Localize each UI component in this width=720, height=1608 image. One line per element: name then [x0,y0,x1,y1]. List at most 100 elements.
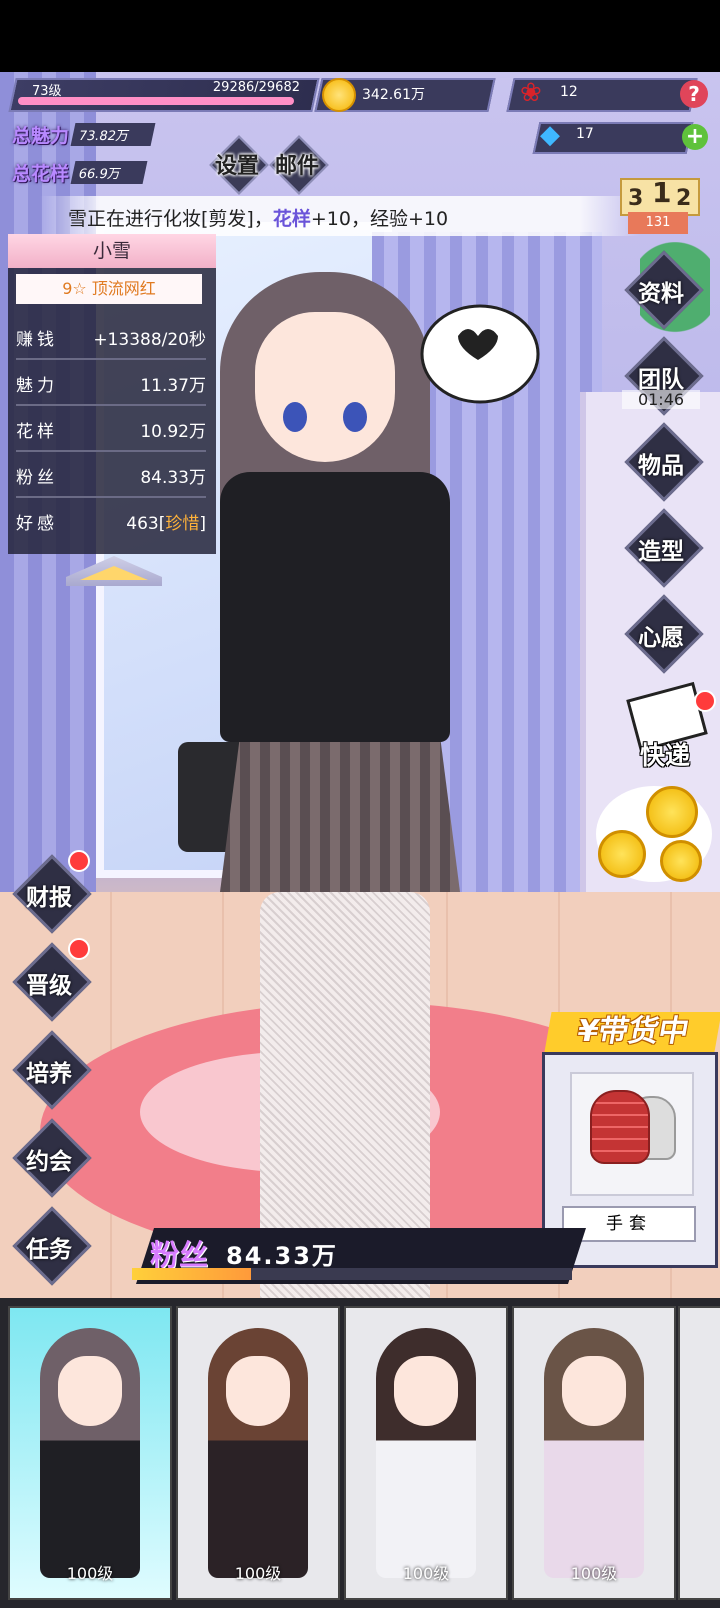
total-charm-row: 总魅力 73.82万 [12,120,156,148]
activity-message: 雪正在进行化妆[剪发]，花样+10，经验+10 [68,204,448,231]
coin-icon [598,830,646,878]
total-charm-label: 总魅力 [12,124,70,147]
character-level: 100级 [570,1564,618,1583]
menu-label: 培养 [26,1061,72,1087]
stat-label: 好感 [16,513,58,534]
menu-label: 物品 [638,453,684,479]
date-button[interactable]: 约会 [8,1116,92,1198]
coin-icon [660,840,702,882]
character-level: 100级 [66,1564,114,1583]
stat-label: 粉丝 [16,467,58,488]
character-card[interactable]: 100级 [512,1306,676,1600]
character-eye [343,402,367,432]
rank-number: 131 [628,212,688,234]
character-shirt [220,472,450,742]
ranking-button[interactable]: 3 1 2 131 [620,170,700,240]
character-face [255,312,395,462]
character-title: 9☆ 顶流网红 [16,274,202,304]
stat-row-style: 花样 10.92万 [16,408,206,452]
speech-bubble-heart-icon [420,304,540,404]
stat-value: +13388/20秒 [93,329,206,350]
coin-icon [646,786,698,838]
express-label: 快递 [639,741,690,770]
message-suffix: +10，经验+10 [310,208,449,230]
character-card-partial[interactable] [678,1306,720,1600]
menu-label: 心愿 [638,625,684,651]
stat-value-group: 463[珍惜] [126,509,206,534]
tasks-button[interactable]: 任务 [8,1204,92,1286]
stat-value: 84.33万 [140,467,206,488]
fans-progress-fill [132,1268,251,1280]
stat-value: 10.92万 [140,421,206,442]
stat-label: 花样 [16,421,58,442]
portrait-face [394,1356,458,1426]
live-selling-title: ¥带货中 [544,1012,720,1052]
team-timer: 01:46 [622,390,700,409]
wish-button[interactable]: 心愿 [622,594,704,674]
affection-status: 珍惜 [165,513,200,534]
menu-label: 约会 [26,1149,72,1175]
total-style-row: 总花样 66.9万 [12,158,148,186]
report-notification-dot [68,850,90,872]
menu-label: 财报 [26,885,72,911]
stat-row-affection: 好感 463[珍惜] [16,500,206,542]
menu-label: 晋级 [26,973,72,999]
portrait-face [58,1356,122,1426]
promote-notification-dot [68,938,90,960]
stat-value: 463[ [126,513,166,534]
podium-second: 2 [676,186,692,211]
character-skirt [220,742,460,892]
menu-label: 任务 [26,1237,72,1263]
stat-row-charm: 魅力 11.37万 [16,362,206,406]
express-notification-dot [694,690,716,712]
stat-row-earnings: 赚钱 +13388/20秒 [16,316,206,360]
character-level: 100级 [234,1564,282,1583]
total-style-label: 总花样 [12,162,70,185]
stat-value-suffix: ] [199,513,206,534]
collect-coins-button[interactable] [596,786,712,882]
help-button[interactable]: ? [680,80,708,108]
fans-value: 84.33万 [226,1242,338,1270]
glove-icon [590,1090,650,1164]
stat-value: 11.37万 [140,375,206,396]
profile-button[interactable]: 资料 [622,250,704,330]
message-prefix: 雪正在进行化妆[剪发]， [68,208,273,230]
level-label: 73级 [32,84,62,99]
mail-button[interactable]: 邮件 [269,135,329,195]
total-charm-value: 73.82万 [70,122,156,146]
styling-button[interactable]: 造型 [622,508,704,588]
menu-label: 资料 [638,281,684,307]
stat-row-fans: 粉丝 84.33万 [16,454,206,498]
character-eye [283,402,307,432]
portrait-face [562,1356,626,1426]
character-name: 小雪 [8,234,216,268]
diamond-icon: ◆ [540,120,560,150]
rose-value: 12 [560,84,578,100]
total-style-value: 66.9万 [70,160,148,184]
podium-third: 3 [628,186,644,211]
character-level: 100级 [402,1564,450,1583]
menu-label: 造型 [638,539,684,565]
podium-first: 1 [652,176,672,209]
menu-label: 团队 [638,367,684,393]
add-gems-button[interactable]: + [682,124,708,150]
character-card[interactable]: 100级 [176,1306,340,1600]
gold-value: 342.61万 [362,87,425,103]
gold-coin-icon [322,78,356,112]
exp-value: 29286/29682 [212,80,300,95]
settings-label: 设置 [214,154,259,179]
stat-label: 赚钱 [16,329,58,350]
gem-value: 17 [576,126,594,142]
mail-label: 邮件 [274,154,319,179]
message-highlight: 花样 [272,208,311,230]
items-button[interactable]: 物品 [622,422,704,502]
team-button[interactable]: 团队 01:46 [622,336,704,416]
settings-button[interactable]: 设置 [209,135,269,195]
stat-label: 魅力 [16,375,58,396]
character-card[interactable]: 100级 [344,1306,508,1600]
rose-icon: ❀ [520,78,542,108]
portrait-face [226,1356,290,1426]
podium-icon: 3 1 2 [620,176,700,216]
character-card[interactable]: 100级 [8,1306,172,1600]
training-button[interactable]: 培养 [8,1028,92,1110]
